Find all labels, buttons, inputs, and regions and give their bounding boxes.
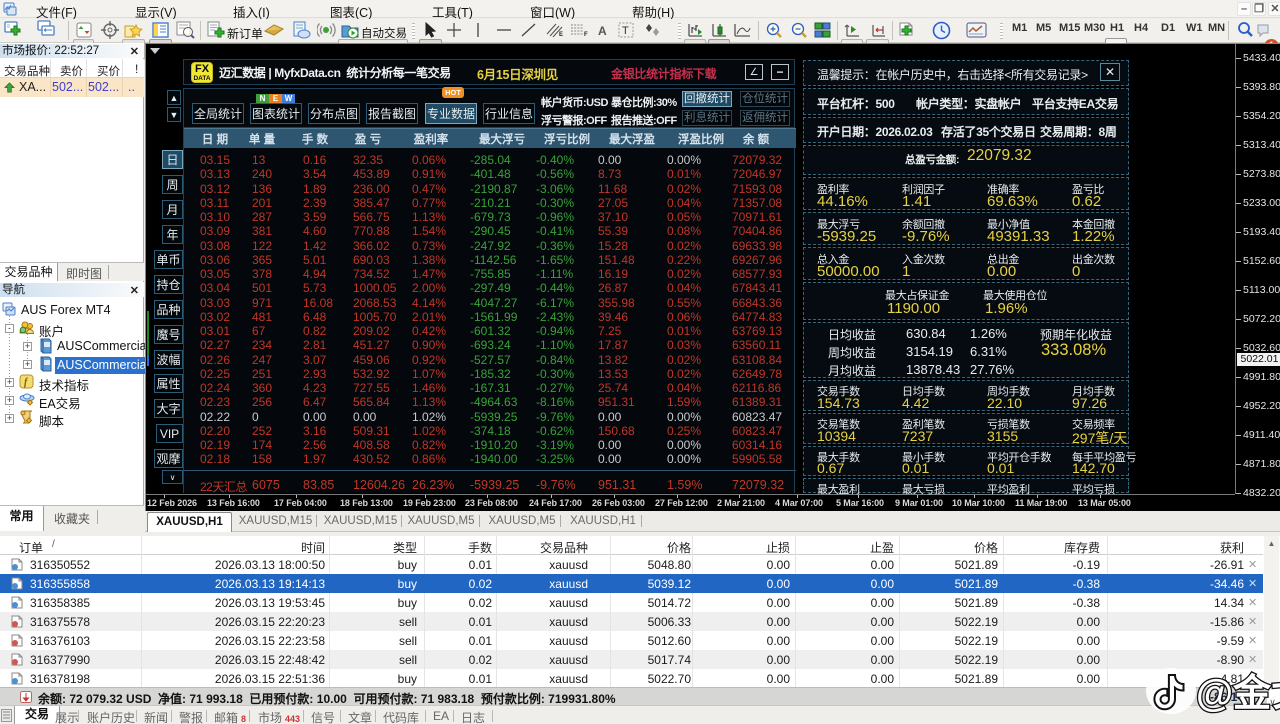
svg-text:F: F (584, 32, 588, 38)
svg-text:E: E (559, 32, 563, 38)
svg-text:T: T (622, 25, 629, 37)
svg-text:@金戈: @金戈 (1196, 672, 1280, 715)
